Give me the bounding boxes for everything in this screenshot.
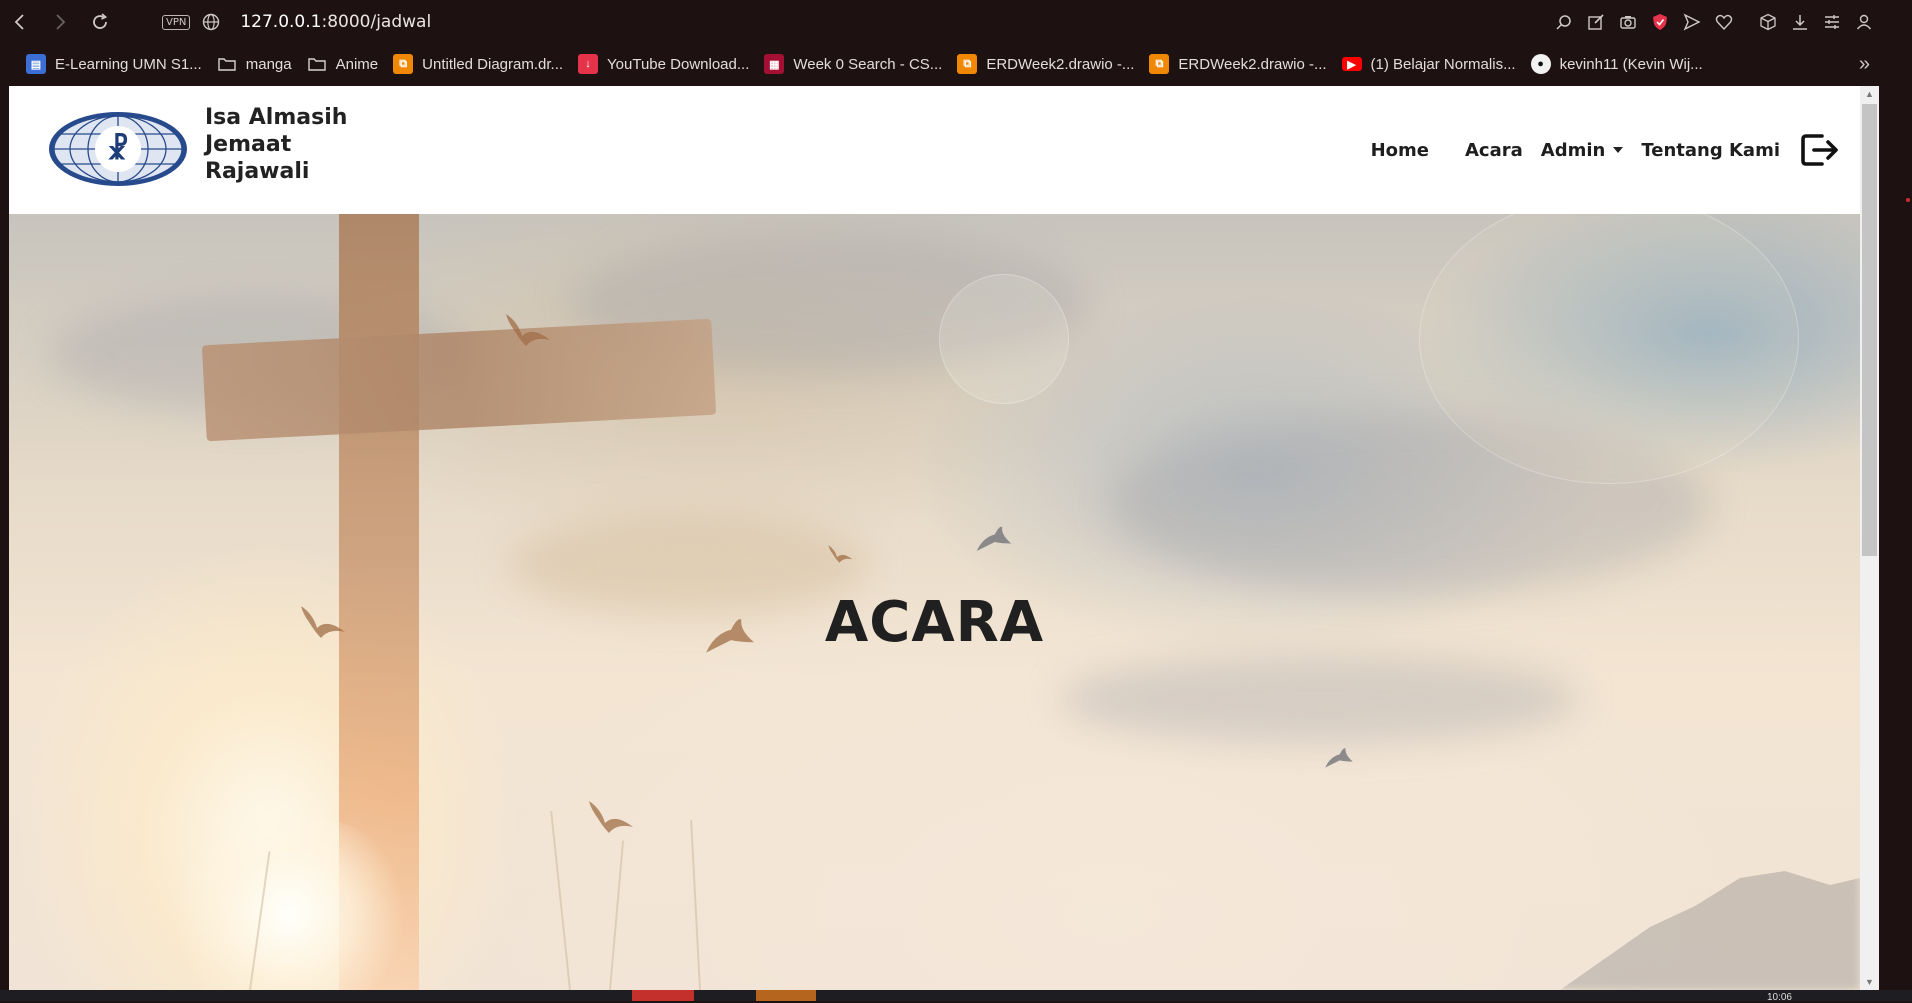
bird-icon [506,314,550,346]
shield-icon[interactable] [1644,0,1676,44]
cube-icon[interactable] [1752,0,1784,44]
bookmark-week0-search[interactable]: ▦ Week 0 Search - CS... [764,54,942,74]
nav-home[interactable]: Home [1371,140,1429,161]
bookmark-label: Anime [335,55,379,73]
brand-line: Isa Almasih [205,105,348,130]
vpn-badge[interactable]: VPN [162,14,191,30]
site-navbar: ☧ Isa Almasih Jemaat Rajawali Home Acara… [9,86,1860,214]
brand-line: Jemaat [205,132,292,157]
menu-icon[interactable] [1816,0,1848,44]
folder-icon [217,54,237,74]
bookmark-erdweek2-b[interactable]: ⧉ ERDWeek2.drawio -... [1149,54,1327,74]
lens-flare [939,274,1069,404]
heart-icon[interactable] [1708,0,1740,44]
bird-icon [828,545,853,563]
page-viewport: ☧ Isa Almasih Jemaat Rajawali Home Acara… [9,86,1879,990]
brand-line: Rajawali [205,159,310,184]
notification-dot [1906,198,1910,202]
github-icon: ● [1530,54,1551,74]
bird-icon [1325,748,1353,768]
harvard-shield-icon: ▦ [764,54,785,74]
profile-icon[interactable] [1848,0,1880,44]
grass-blade [609,840,625,990]
grass-blade [690,820,701,990]
os-taskbar [0,990,1912,1001]
forward-icon[interactable] [40,0,80,44]
bookmark-erdweek2-a[interactable]: ⧉ ERDWeek2.drawio -... [957,54,1134,74]
bookmark-label: ERDWeek2.drawio -... [1178,55,1327,73]
scroll-down-icon[interactable]: ▼ [1860,974,1879,990]
bird-icon [976,526,1012,551]
nav-tentang-kami[interactable]: Tentang Kami [1641,140,1780,161]
bookmark-belajar-normalisasi[interactable]: ▶ (1) Belajar Normalis... [1341,55,1516,73]
caret-down-icon [1613,147,1624,153]
bookmarks-bar: ▤ E-Learning UMN S1... manga Anime ⧉ Unt… [0,44,1880,84]
nav-admin-label: Admin [1540,139,1606,161]
back-icon[interactable] [0,0,40,44]
camera-icon[interactable] [1612,0,1644,44]
url-path: :8000/jadwal [321,12,432,32]
scroll-thumb[interactable] [1862,104,1877,556]
bookmark-label: ERDWeek2.drawio -... [986,55,1135,73]
church-logo[interactable]: ☧ [47,110,189,188]
logout-icon[interactable] [1800,130,1840,170]
bookmark-github[interactable]: ● kevinh11 (Kevin Wij... [1530,54,1703,74]
bookmark-folder-anime[interactable]: Anime [307,54,379,74]
bookmark-label: Untitled Diagram.dr... [422,55,564,73]
download-red-icon: ↓ [578,54,599,74]
nav-menu: Home Acara Admin Tentang Kami [1335,86,1840,214]
bookmark-youtube-download[interactable]: ↓ YouTube Download... [578,54,749,74]
bird-icon [589,801,633,833]
bookmark-label: kevinh11 (Kevin Wij... [1559,55,1703,73]
drawio-icon: ⧉ [957,54,978,74]
toolbar-actions [1548,0,1880,44]
youtube-icon: ▶ [1341,57,1362,71]
nav-acara[interactable]: Acara [1465,140,1523,161]
folder-icon [307,54,327,74]
drawio-icon: ⧉ [1149,54,1170,74]
drawio-icon: ⧉ [393,54,414,74]
bookmark-label: Week 0 Search - CS... [793,55,943,73]
elearning-icon: ▤ [26,54,46,74]
hill-silhouette [1560,871,1860,990]
bookmark-label: E-Learning UMN S1... [55,55,202,73]
taskbar-app-highlight[interactable] [756,990,816,1001]
nav-admin-dropdown[interactable]: Admin [1541,140,1624,161]
browser-toolbar: VPN 127.0.0.1:8000/jadwal [0,0,1880,44]
send-icon[interactable] [1676,0,1708,44]
address-bar[interactable]: 127.0.0.1:8000/jadwal [240,12,431,32]
grass-blade [550,810,571,990]
reload-icon[interactable] [80,0,120,44]
bookmark-label: YouTube Download... [607,55,750,73]
page-title: ACARA [824,590,1045,655]
taskbar-app-highlight[interactable] [632,990,694,1001]
url-host: 127.0.0.1 [240,12,322,32]
scrollbar[interactable]: ▲ ▼ [1860,86,1879,990]
edit-icon[interactable] [1580,0,1612,44]
svg-text:☧: ☧ [107,133,129,166]
cloud-shape [1059,654,1579,744]
chevrons-right-icon[interactable]: » [1859,44,1870,84]
globe-icon [203,13,220,31]
site-brand[interactable]: Isa Almasih Jemaat Rajawali [205,104,347,185]
bookmark-elearning[interactable]: ▤ E-Learning UMN S1... [26,54,202,74]
bookmark-label: manga [245,55,292,73]
download-icon[interactable] [1784,0,1816,44]
search-icon[interactable] [1548,0,1580,44]
scroll-up-icon[interactable]: ▲ [1860,86,1879,102]
bookmark-folder-manga[interactable]: manga [217,54,292,74]
bookmark-label: (1) Belajar Normalis... [1370,55,1516,73]
bookmark-untitled-diagram[interactable]: ⧉ Untitled Diagram.dr... [393,54,563,74]
browser-window: VPN 127.0.0.1:8000/jadwal ▤ E-Learning U… [0,0,1912,1003]
hero-banner: ACARA [9,214,1860,990]
taskbar-clock: 10:06 [1766,992,1792,1003]
